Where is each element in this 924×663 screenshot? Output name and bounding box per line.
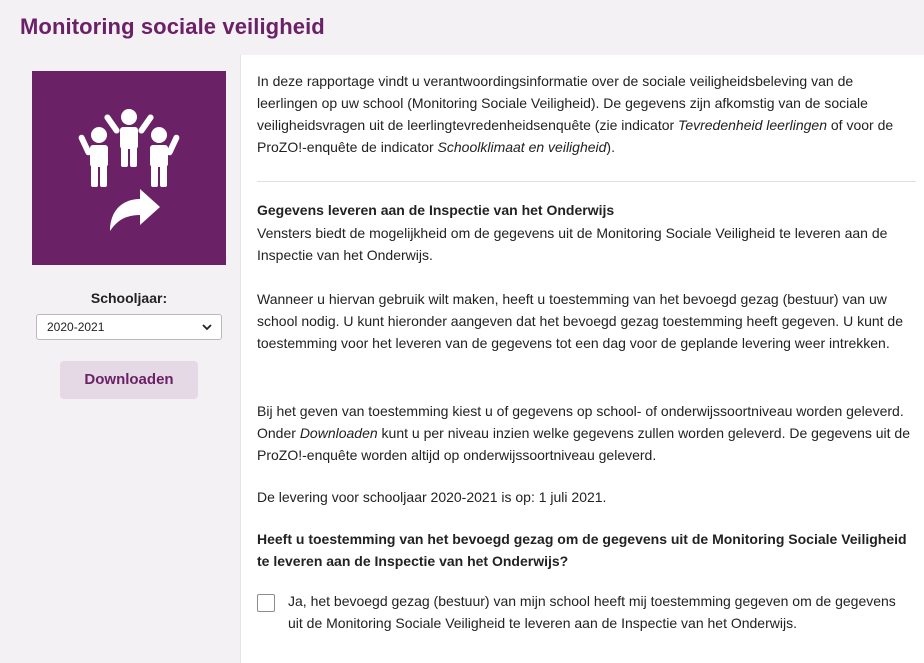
page-header: Monitoring sociale veiligheid — [0, 0, 924, 55]
intro-italic-indicator-2: Schoolklimaat en veiligheid — [437, 139, 607, 155]
page-title: Monitoring sociale veiligheid — [20, 14, 325, 39]
delivery-date-text: De levering voor schooljaar 2020-2021 is… — [257, 489, 607, 505]
p3-italic-downloaden: Downloaden — [299, 425, 378, 441]
intro-part3: ). — [606, 139, 615, 155]
section-paragraph-3: Bij het geven van toestemming kiest u of… — [257, 400, 917, 466]
intro-italic-indicator: Tevredenheid leerlingen — [678, 117, 827, 133]
section-paragraph-1: Vensters biedt de mogelijkheid om de geg… — [257, 225, 888, 263]
schoolyear-value: 2020-2021 — [47, 320, 105, 334]
intro-text: In deze rapportage vindt u verantwoordin… — [257, 70, 917, 158]
schoolyear-select[interactable]: 2020-2021 — [36, 314, 222, 340]
consent-checkbox-label[interactable]: Ja, het bevoegd gezag (bestuur) van mijn… — [288, 590, 913, 634]
section-heading: Gegevens leveren aan de Inspectie van he… — [257, 202, 615, 218]
consent-checkbox[interactable] — [257, 594, 275, 612]
vertical-divider — [240, 55, 241, 663]
section-paragraph-2: Wanneer u hiervan gebruik wilt maken, he… — [257, 291, 904, 351]
schoolyear-label: Schooljaar: — [90, 290, 168, 306]
children-share-icon — [78, 109, 180, 231]
consent-question: Heeft u toestemming van het bevoegd geza… — [257, 531, 907, 569]
download-button[interactable]: Downloaden — [60, 361, 198, 399]
chevron-down-icon — [202, 324, 212, 331]
section-divider — [257, 181, 916, 182]
indicator-tile — [32, 71, 226, 265]
intro-paragraph: In deze rapportage vindt u verantwoordin… — [257, 70, 917, 158]
